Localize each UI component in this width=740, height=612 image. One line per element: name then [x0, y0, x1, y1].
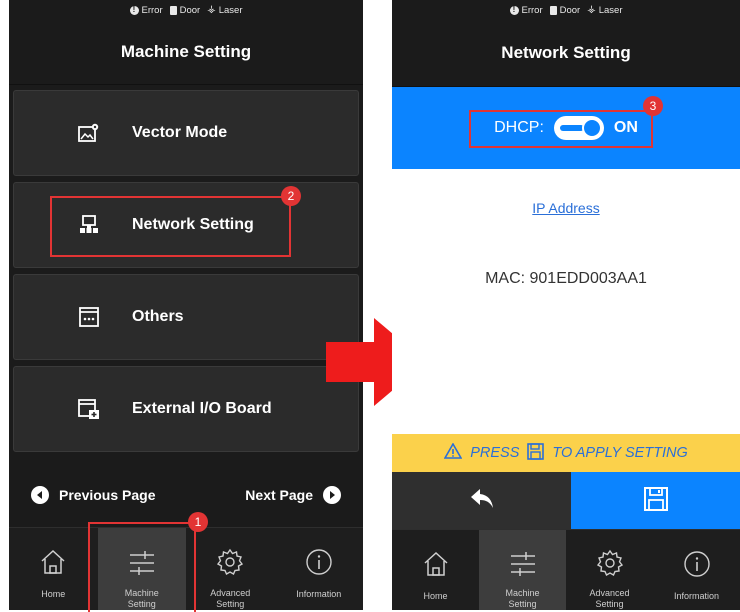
- image-gear-icon: [78, 122, 100, 144]
- status-door-label: Door: [559, 4, 581, 16]
- nav-label: Home: [41, 589, 66, 599]
- apply-hint-prefix: PRESS: [470, 445, 520, 461]
- save-button[interactable]: [571, 472, 740, 530]
- menu-item-vector-mode[interactable]: Vector Mode: [13, 90, 359, 176]
- status-laser-label: Laser: [218, 4, 243, 16]
- menu-label: External I/O Board: [132, 400, 272, 417]
- laser-icon: ⚶: [207, 4, 216, 15]
- network-icon: [78, 214, 100, 236]
- chevron-right-icon: [323, 486, 341, 504]
- toggle-knob: [581, 118, 602, 138]
- next-page-label: Next Page: [245, 487, 313, 503]
- info-icon: [682, 547, 712, 581]
- bottom-nav: Home Machine Setting Advanced Setting In…: [392, 529, 740, 610]
- info-icon: [304, 545, 334, 579]
- nav-label: Machine Setting: [124, 588, 159, 609]
- bottom-nav: Home Machine Setting Advanced Setting In…: [9, 527, 363, 610]
- network-setting-screen: ! Error Door ⚶ Laser Network Setting DHCP:…: [392, 0, 740, 610]
- save-icon: [527, 442, 545, 464]
- home-icon: [38, 545, 68, 579]
- status-door-label: Door: [179, 4, 201, 16]
- dhcp-row: DHCP: ON: [494, 116, 638, 140]
- error-icon: !: [129, 5, 139, 15]
- menu-item-others[interactable]: Others: [13, 274, 359, 360]
- mac-address: MAC: 901EDD003AA1: [485, 270, 647, 287]
- dhcp-section: DHCP: ON: [392, 87, 740, 169]
- error-icon: !: [509, 5, 519, 15]
- nav-home[interactable]: Home: [9, 528, 98, 610]
- nav-advanced-setting[interactable]: Advanced Setting: [566, 530, 653, 610]
- menu-label: Vector Mode: [132, 124, 228, 141]
- io-board-icon: [78, 398, 100, 420]
- status-laser-label: Laser: [598, 4, 623, 16]
- nav-information[interactable]: Information: [275, 528, 364, 610]
- status-error-label: Error: [141, 4, 163, 16]
- laser-icon: ⚶: [587, 4, 596, 15]
- settings-menu: Vector Mode Network Setting Others Exter…: [13, 90, 359, 458]
- chevron-left-icon: [31, 486, 49, 504]
- callout-badge-3: 3: [643, 96, 663, 116]
- ip-address-link[interactable]: IP Address: [392, 200, 740, 216]
- door-icon: [169, 5, 177, 15]
- callout-badge-1: 1: [188, 512, 208, 532]
- apply-hint-suffix: TO APPLY SETTING: [552, 445, 688, 461]
- sliders-icon: [508, 547, 538, 578]
- nav-label: Advanced Setting: [210, 588, 251, 609]
- gear-icon: [595, 547, 625, 578]
- status-error-label: Error: [521, 4, 543, 16]
- save-icon: [643, 486, 669, 517]
- back-button[interactable]: [392, 472, 571, 530]
- dhcp-label: DHCP:: [494, 119, 544, 136]
- nav-advanced-setting[interactable]: Advanced Setting: [186, 528, 275, 610]
- nav-label: Information: [296, 589, 342, 599]
- status-bar: ! Error Door ⚶ Laser: [9, 0, 363, 20]
- page-title: Machine Setting: [9, 20, 363, 85]
- action-bar: [392, 472, 740, 530]
- nav-label: Advanced Setting: [589, 588, 630, 609]
- menu-label: Others: [132, 308, 184, 325]
- home-icon: [421, 547, 451, 581]
- next-page-button[interactable]: Next Page: [245, 486, 341, 504]
- door-icon: [549, 5, 557, 15]
- warning-icon: [443, 442, 463, 463]
- sliders-icon: [127, 545, 157, 578]
- machine-setting-screen: ! Error Door ⚶ Laser Machine Setting Vecto…: [9, 0, 363, 610]
- nav-machine-setting[interactable]: Machine Setting: [97, 528, 186, 610]
- gear-icon: [215, 545, 245, 578]
- previous-page-label: Previous Page: [59, 487, 156, 503]
- nav-label: Home: [423, 591, 448, 601]
- window-dots-icon: [78, 306, 100, 328]
- nav-machine-setting[interactable]: Machine Setting: [479, 530, 566, 610]
- apply-hint-bar: PRESS TO APPLY SETTING: [392, 434, 740, 472]
- nav-home[interactable]: Home: [392, 530, 479, 610]
- undo-arrow-icon: [469, 487, 495, 516]
- menu-item-external-io-board[interactable]: External I/O Board: [13, 366, 359, 452]
- dhcp-toggle[interactable]: [553, 116, 604, 140]
- callout-badge-2: 2: [281, 186, 301, 206]
- menu-item-network-setting[interactable]: Network Setting: [13, 182, 359, 268]
- dhcp-state: ON: [613, 119, 638, 136]
- previous-page-button[interactable]: Previous Page: [31, 486, 156, 504]
- nav-information[interactable]: Information: [653, 530, 740, 610]
- nav-label: Information: [673, 591, 720, 601]
- nav-label: Machine Setting: [505, 588, 540, 609]
- page-title: Network Setting: [392, 20, 740, 87]
- menu-label: Network Setting: [132, 216, 254, 233]
- pager: Previous Page Next Page: [9, 462, 363, 528]
- status-bar: ! Error Door ⚶ Laser: [392, 0, 740, 20]
